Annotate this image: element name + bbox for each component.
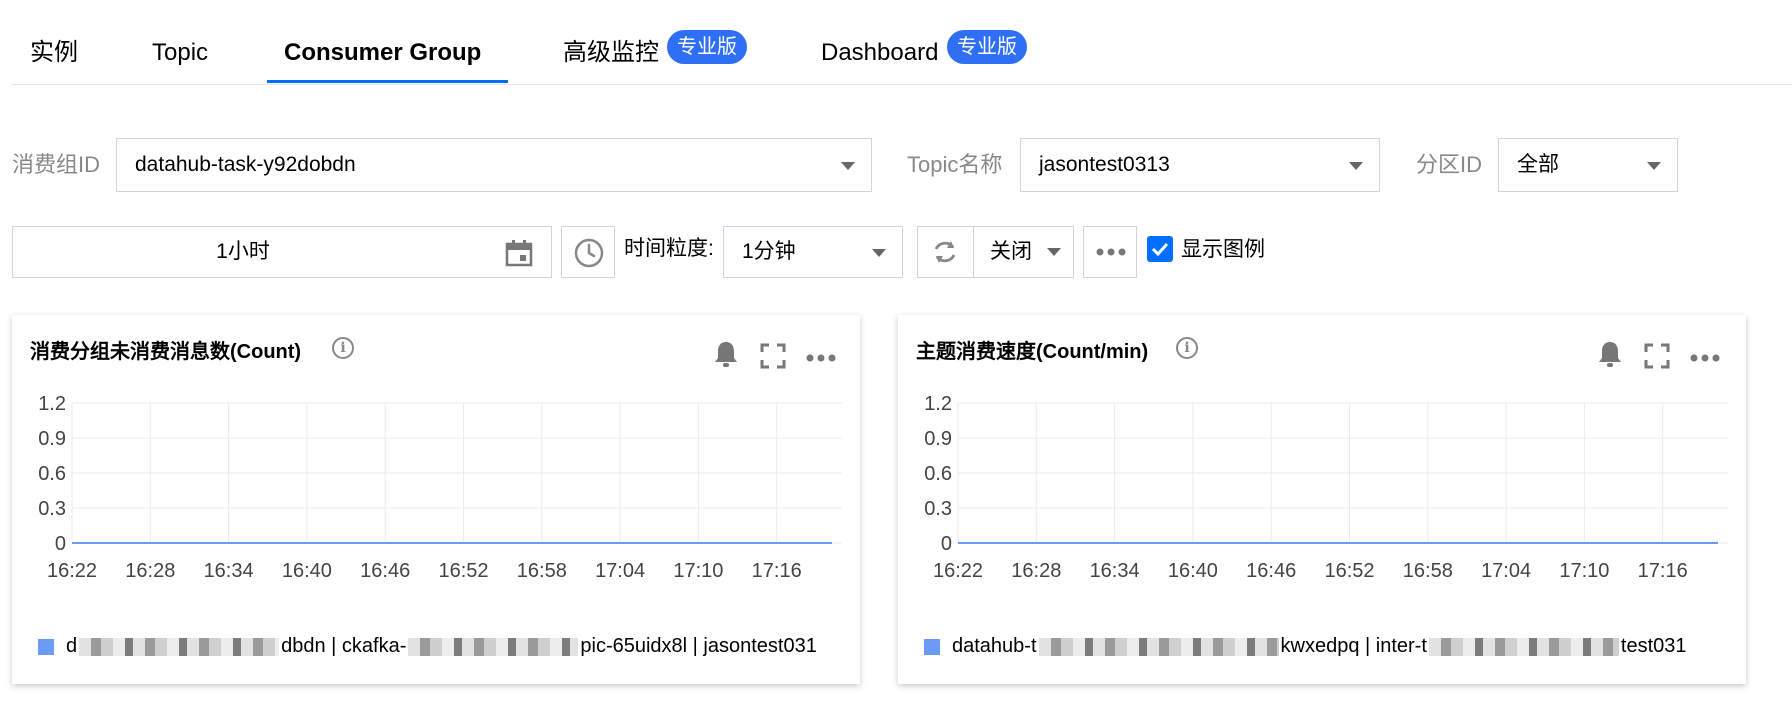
y-tick-label: 0.3 [924,498,952,520]
granularity-select[interactable]: 1分钟 [723,226,903,278]
y-tick-label: 0.3 [38,498,66,520]
chevron-down-icon [1647,162,1661,170]
legend-text-part: pic-65uidx8l | jasontest031 [580,635,817,657]
chevron-down-icon [841,162,855,170]
x-tick-label: 16:52 [1324,560,1374,582]
auto-refresh-control: 关闭 [917,226,1074,278]
y-tick-label: 0.6 [924,463,952,485]
legend-swatch [38,638,54,655]
partition-id-label: 分区ID [1416,152,1483,177]
legend-text-part: kwxedpq | inter-t [1280,635,1427,657]
active-tab-indicator [267,80,508,83]
more-options-button[interactable] [1083,226,1137,278]
chart-title: 消费分组未消费消息数(Count) [30,341,302,363]
x-tick-label: 17:10 [1559,560,1609,582]
clock-icon [574,238,604,268]
legend-text-part: datahub-t [952,635,1037,657]
redacted-text [408,637,579,656]
chevron-down-icon [872,249,886,257]
info-icon[interactable]: i [332,337,354,359]
tab-consumer-group[interactable]: Consumer Group [284,38,481,68]
y-tick-label: 1.2 [38,393,66,415]
bell-icon[interactable] [712,339,740,369]
y-tick-label: 0.9 [924,428,952,450]
x-tick-label: 16:46 [360,560,410,582]
more-icon [1096,248,1126,256]
calendar-icon [505,240,533,267]
topic-name-value: jasontest0313 [1039,153,1170,176]
tab-dashboard[interactable]: Dashboard [821,38,938,68]
x-tick-label: 16:28 [125,560,175,582]
x-tick-label: 16:40 [282,560,332,582]
topic-name-label: Topic名称 [907,152,1003,177]
show-legend-checkbox[interactable] [1147,236,1173,262]
time-range-value: 1小时 [216,240,270,263]
granularity-value: 1分钟 [742,240,796,263]
pro-badge: 专业版 [667,30,747,64]
x-tick-label: 16:58 [517,560,567,582]
legend-swatch [924,638,940,655]
more-icon[interactable] [1690,353,1720,363]
bell-icon[interactable] [1596,339,1624,369]
x-tick-label: 17:10 [673,560,723,582]
legend-text-part: test031 [1620,635,1687,657]
x-tick-label: 17:16 [1638,560,1688,582]
tab-instance[interactable]: 实例 [30,38,78,68]
redacted-text [79,637,280,656]
x-tick-label: 16:40 [1168,560,1218,582]
more-icon[interactable] [806,353,836,363]
chart-card-consume-speed: 主题消费速度(Count/min) i 0 0.3 0.6 0.9 1.2 16:22 16… [898,315,1746,684]
topic-name-select[interactable]: jasontest0313 [1020,138,1380,192]
x-tick-label: 17:04 [1481,560,1531,582]
legend-text-part: d [66,635,78,657]
y-tick-label: 0 [941,533,952,555]
x-tick-label: 16:58 [1403,560,1453,582]
x-tick-label: 16:46 [1246,560,1296,582]
time-history-button[interactable] [561,226,615,278]
chevron-down-icon [1349,162,1363,170]
pro-badge: 专业版 [947,30,1027,64]
line-chart: 0 0.3 0.6 0.9 1.2 16:22 16:28 16:34 16:40 16:46 16… [924,393,1728,582]
x-tick-label: 16:34 [204,560,254,582]
x-tick-label: 16:34 [1090,560,1140,582]
refresh-button[interactable] [918,227,974,277]
tab-topic[interactable]: Topic [152,38,208,68]
chart-legend[interactable]: d dbdn | ckafka- pic-65uidx8l | jasontes… [38,635,817,658]
granularity-label: 时间粒度: [624,237,714,260]
partition-id-select[interactable]: 全部 [1498,138,1678,192]
chart-title: 主题消费速度(Count/min) [916,341,1149,363]
y-tick-label: 0 [55,533,66,555]
y-tick-label: 1.2 [924,393,952,415]
line-chart: 0 0.3 0.6 0.9 1.2 16:22 16:28 16:34 16:40 16:46 16… [38,393,842,582]
x-tick-label: 17:04 [595,560,645,582]
fullscreen-icon[interactable] [1644,343,1670,369]
redacted-text [1428,637,1619,656]
group-id-select[interactable]: datahub-task-y92dobdn [116,138,872,192]
x-tick-label: 16:22 [47,560,97,582]
chart-card-unconsumed-count: 消费分组未消费消息数(Count) i 0 0.3 0.6 0.9 1.2 16:22 16… [12,315,860,684]
y-tick-label: 0.9 [38,428,66,450]
group-id-label: 消费组ID [12,152,101,177]
x-tick-label: 16:52 [438,560,488,582]
chevron-down-icon [1047,248,1061,256]
partition-id-value: 全部 [1517,153,1559,176]
legend-text-part: dbdn | ckafka- [281,635,407,657]
fullscreen-icon[interactable] [760,343,786,369]
checkmark-icon [1151,242,1169,257]
refresh-icon [934,241,956,263]
chart-legend[interactable]: datahub-t kwxedpq | inter-t test031 [924,635,1687,658]
group-id-value: datahub-task-y92dobdn [135,153,356,176]
tab-advanced-monitoring[interactable]: 高级监控 [563,38,659,68]
time-range-picker[interactable]: 1小时 [12,226,552,278]
auto-refresh-select[interactable]: 关闭 [974,227,1074,277]
y-tick-label: 0.6 [38,463,66,485]
auto-refresh-value: 关闭 [990,240,1032,263]
x-tick-label: 16:22 [933,560,983,582]
info-icon[interactable]: i [1176,337,1198,359]
x-tick-label: 16:28 [1011,560,1061,582]
x-tick-label: 17:16 [752,560,802,582]
show-legend-label: 显示图例 [1181,238,1265,261]
redacted-text [1038,637,1279,656]
